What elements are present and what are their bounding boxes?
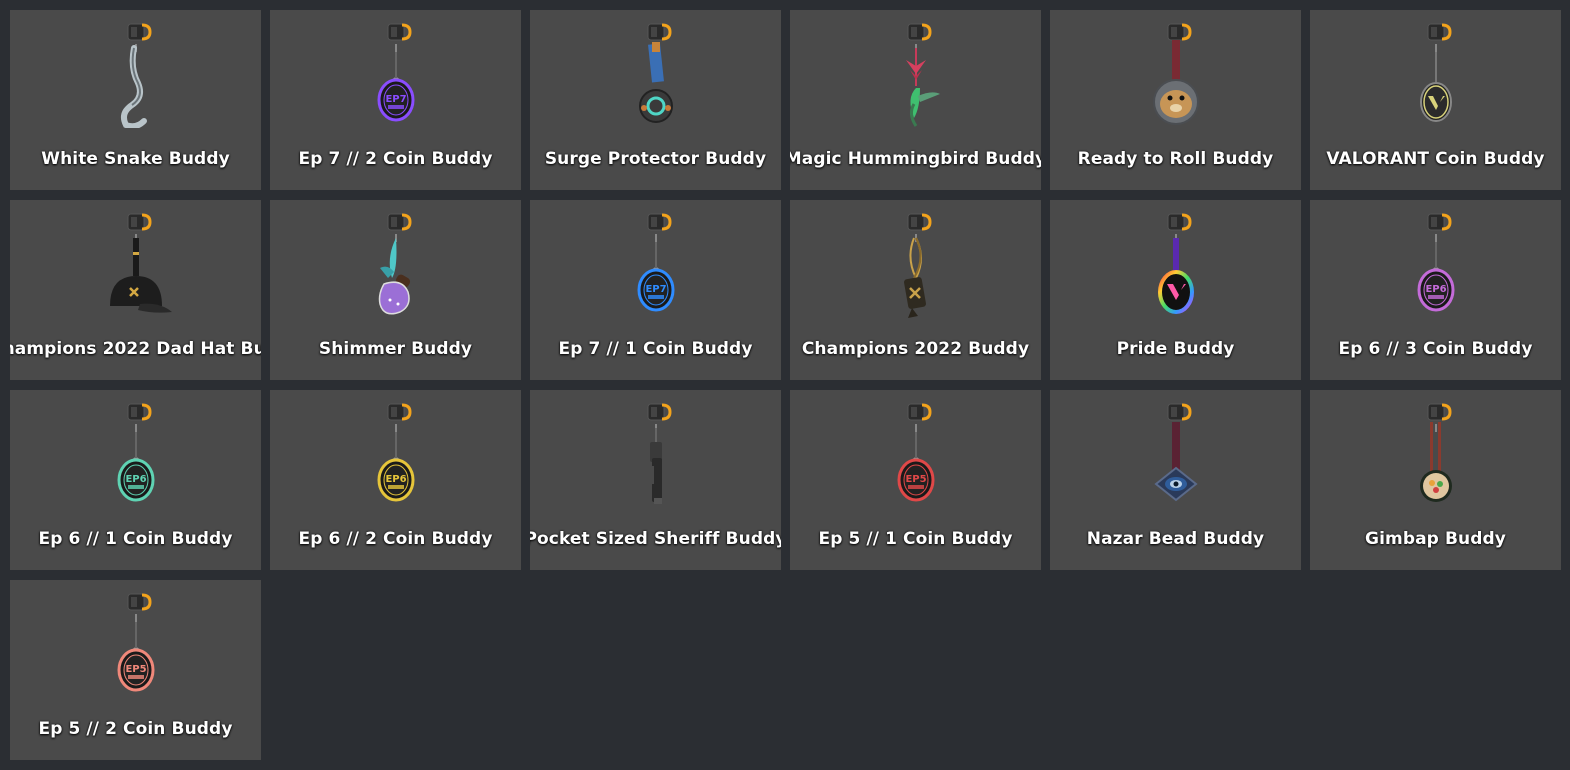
buddy-card[interactable]: Surge Protector Buddy [530, 10, 781, 190]
buddy-card[interactable]: VALORANT Coin Buddy [1310, 10, 1561, 190]
buddy-card[interactable]: Magic Hummingbird Buddy [790, 10, 1041, 190]
buddy-card[interactable]: EP5 Ep 5 // 1 Coin Buddy [790, 390, 1041, 570]
buddy-card[interactable]: Pocket Sized Sheriff Buddy [530, 390, 781, 570]
buddy-name: Ep 5 // 2 Coin Buddy [38, 719, 233, 739]
buddy-card[interactable]: Champions 2022 Dad Hat Buddy [10, 200, 261, 380]
ep7-coin-icon: EP7 [616, 208, 696, 318]
buddy-name: Champions 2022 Buddy [801, 339, 1030, 359]
buddy-name: VALORANT Coin Buddy [1326, 149, 1545, 169]
hummingbird-icon [876, 18, 956, 128]
buddy-name: Ep 6 // 1 Coin Buddy [38, 529, 233, 549]
buddy-name: Ep 7 // 2 Coin Buddy [298, 149, 493, 169]
svg-text:EP7: EP7 [385, 94, 406, 105]
buddy-name: Pride Buddy [1116, 339, 1235, 359]
sheriff-pistol-icon [616, 398, 696, 508]
buddy-name: Ep 5 // 1 Coin Buddy [818, 529, 1013, 549]
buddy-card[interactable]: Gimbap Buddy [1310, 390, 1561, 570]
gimbap-icon [1396, 398, 1476, 508]
ep6-coin-icon: EP6 [356, 398, 436, 508]
buddy-card[interactable]: Champions 2022 Buddy [790, 200, 1041, 380]
ep5-coin-icon: EP5 [96, 588, 176, 698]
buddy-card[interactable]: Nazar Bead Buddy [1050, 390, 1301, 570]
buddy-name: Ep 6 // 3 Coin Buddy [1338, 339, 1533, 359]
buddy-name: White Snake Buddy [41, 149, 230, 169]
buddy-name: Pocket Sized Sheriff Buddy [530, 529, 781, 549]
svg-text:EP7: EP7 [645, 284, 666, 295]
dad-hat-icon [96, 208, 176, 318]
ep6-coin-icon: EP6 [1396, 208, 1476, 318]
buddy-grid: White Snake Buddy EP7 Ep 7 // 2 Coin Bud… [10, 10, 1561, 760]
surge-protector-icon [616, 18, 696, 128]
hamster-ball-icon [1136, 18, 1216, 128]
buddy-name: Nazar Bead Buddy [1086, 529, 1265, 549]
buddy-name: Magic Hummingbird Buddy [790, 149, 1041, 169]
buddy-name: Shimmer Buddy [318, 339, 473, 359]
buddy-card[interactable]: EP6 Ep 6 // 1 Coin Buddy [10, 390, 261, 570]
buddy-card[interactable]: EP7 Ep 7 // 1 Coin Buddy [530, 200, 781, 380]
buddy-card[interactable]: EP6 Ep 6 // 3 Coin Buddy [1310, 200, 1561, 380]
buddy-card[interactable]: EP7 Ep 7 // 2 Coin Buddy [270, 10, 521, 190]
nazar-bead-icon [1136, 398, 1216, 508]
buddy-card[interactable]: Pride Buddy [1050, 200, 1301, 380]
svg-text:EP6: EP6 [1425, 284, 1446, 295]
buddy-name: Surge Protector Buddy [544, 149, 767, 169]
svg-text:EP5: EP5 [125, 664, 146, 675]
potion-bottle-icon [356, 208, 436, 318]
buddy-name: Gimbap Buddy [1365, 529, 1506, 549]
buddy-name: Ep 6 // 2 Coin Buddy [298, 529, 493, 549]
buddy-card[interactable]: Shimmer Buddy [270, 200, 521, 380]
svg-text:EP5: EP5 [905, 474, 926, 485]
buddy-card[interactable]: Ready to Roll Buddy [1050, 10, 1301, 190]
champions-knife-icon [876, 208, 956, 318]
valorant-coin-icon [1396, 18, 1476, 128]
white-snake-icon [96, 18, 176, 128]
buddy-card[interactable]: EP6 Ep 6 // 2 Coin Buddy [270, 390, 521, 570]
buddy-name: Ready to Roll Buddy [1077, 149, 1274, 169]
svg-text:EP6: EP6 [385, 474, 406, 485]
buddy-name: Ep 7 // 1 Coin Buddy [558, 339, 753, 359]
buddy-card[interactable]: EP5 Ep 5 // 2 Coin Buddy [10, 580, 261, 760]
ep7-coin-icon: EP7 [356, 18, 436, 128]
buddy-card[interactable]: White Snake Buddy [10, 10, 261, 190]
svg-text:EP6: EP6 [125, 474, 146, 485]
ep6-coin-icon: EP6 [96, 398, 176, 508]
buddy-name: Champions 2022 Dad Hat Buddy [10, 339, 261, 359]
ep5-coin-icon: EP5 [876, 398, 956, 508]
pride-coin-icon [1136, 208, 1216, 318]
